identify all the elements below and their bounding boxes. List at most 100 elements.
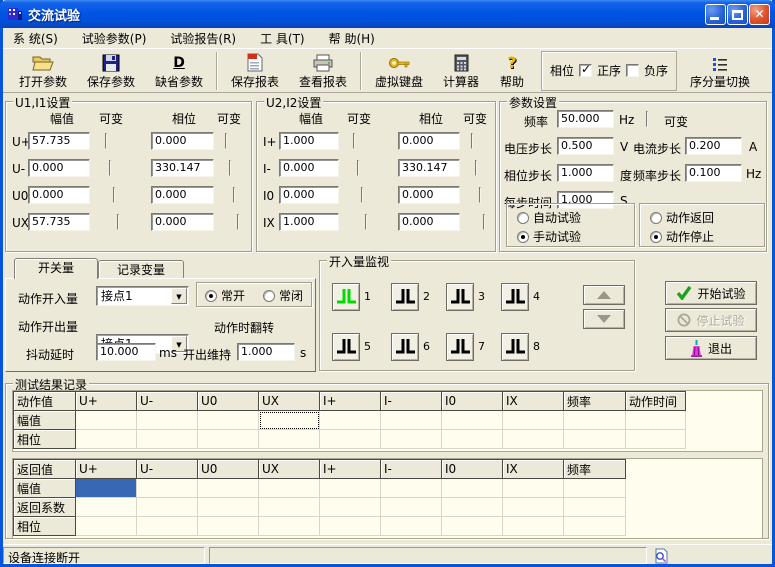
current-step-input[interactable]: 0.200 — [685, 137, 742, 155]
grid-cell[interactable] — [442, 411, 503, 430]
grid-cell[interactable] — [503, 517, 564, 536]
status-search-icon[interactable] — [653, 548, 669, 564]
contact-open-radio[interactable] — [205, 290, 217, 302]
grid-cell[interactable] — [503, 430, 564, 449]
contact-button-4[interactable] — [501, 283, 529, 311]
grid-cell[interactable] — [259, 479, 320, 498]
grid-cell[interactable] — [137, 411, 198, 430]
u1-phase-input[interactable]: 0.000 — [151, 213, 214, 231]
save-params-button[interactable]: 保存参数 — [77, 50, 145, 91]
u1-phase-var-checkbox[interactable] — [237, 214, 239, 230]
chevron-down-icon[interactable]: ▼ — [171, 288, 187, 304]
grid-cell[interactable] — [76, 430, 137, 449]
grid-cell[interactable] — [198, 479, 259, 498]
freq-var-checkbox[interactable] — [646, 111, 648, 127]
grid-cell[interactable] — [503, 479, 564, 498]
view-report-button[interactable]: 查看报表 — [289, 50, 357, 91]
menu-test-report[interactable]: 试验报告(R) — [170, 30, 236, 47]
grid-cell[interactable] — [320, 479, 381, 498]
default-params-button[interactable]: D 缺省参数 — [145, 50, 213, 91]
u2-amp-var-checkbox[interactable] — [353, 133, 355, 149]
u2-phase-var-checkbox[interactable] — [479, 187, 481, 203]
start-test-button[interactable]: 开始试验 — [665, 281, 757, 305]
menu-test-params[interactable]: 试验参数(P) — [82, 30, 147, 47]
grid-cell[interactable] — [198, 411, 259, 430]
grid-cell[interactable] — [626, 430, 686, 449]
u1-phase-input[interactable]: 330.147 — [151, 159, 214, 177]
grid-cell[interactable] — [137, 517, 198, 536]
grid-cell[interactable] — [76, 517, 137, 536]
contact-button-7[interactable] — [446, 333, 474, 361]
phase-step-input[interactable]: 1.000 — [557, 164, 614, 182]
action-stop-option[interactable]: 动作停止 — [650, 228, 714, 245]
grid-cell[interactable] — [320, 517, 381, 536]
grid-cell[interactable] — [137, 479, 198, 498]
action-return-option[interactable]: 动作返回 — [650, 209, 714, 226]
grid-cell[interactable] — [564, 430, 626, 449]
virtual-keyboard-button[interactable]: 虚拟键盘 — [365, 50, 433, 91]
contact-button-1[interactable] — [332, 283, 360, 311]
freq-step-input[interactable]: 0.100 — [685, 164, 742, 182]
u1-phase-input[interactable]: 0.000 — [151, 132, 214, 150]
u1-amp-var-checkbox[interactable] — [117, 214, 119, 230]
u2-phase-input[interactable]: 0.000 — [398, 186, 460, 204]
voltage-step-input[interactable]: 0.500 — [557, 137, 614, 155]
grid-cell[interactable] — [76, 498, 137, 517]
hold-time-input[interactable]: 1.000 — [237, 343, 295, 361]
close-button[interactable]: ✕ — [749, 4, 770, 25]
grid-cell[interactable] — [381, 517, 442, 536]
menu-tools[interactable]: 工 具(T) — [260, 30, 305, 47]
tab-record-variable[interactable]: 记录变量 — [98, 260, 184, 279]
u2-phase-var-checkbox[interactable] — [471, 133, 473, 149]
u2-phase-input[interactable]: 0.000 — [398, 132, 460, 150]
u1-amp-var-checkbox[interactable] — [109, 160, 111, 176]
contact-open-option[interactable]: 常开 — [205, 287, 245, 304]
freq-input[interactable]: 50.000 — [557, 110, 614, 128]
contact-button-8[interactable] — [501, 333, 529, 361]
u1-phase-input[interactable]: 0.000 — [151, 186, 214, 204]
u2-amp-input[interactable]: 1.000 — [279, 213, 339, 231]
grid-cell[interactable] — [381, 479, 442, 498]
u2-phase-var-checkbox[interactable] — [475, 160, 477, 176]
tab-switch-quantity[interactable]: 开关量 — [14, 258, 98, 279]
jitter-delay-input[interactable]: 10.000 — [96, 343, 156, 361]
grid-cell[interactable] — [626, 411, 686, 430]
menu-system[interactable]: 系 统(S) — [13, 30, 58, 47]
exit-button[interactable]: 退出 — [665, 336, 757, 360]
u2-amp-var-checkbox[interactable] — [361, 187, 363, 203]
contact-button-6[interactable] — [391, 333, 419, 361]
grid-cell[interactable] — [564, 479, 626, 498]
save-report-button[interactable]: 保存报表 — [221, 50, 289, 91]
down-button[interactable] — [583, 309, 625, 329]
u1-amp-input[interactable]: 57.735 — [28, 132, 90, 150]
up-button[interactable] — [583, 285, 625, 305]
grid-cell-focused[interactable] — [259, 411, 320, 430]
menu-help[interactable]: 帮 助(H) — [329, 30, 375, 47]
grid-cell[interactable] — [198, 517, 259, 536]
action-stop-radio[interactable] — [650, 231, 662, 243]
help-button[interactable]: ? 帮助 — [489, 50, 535, 91]
grid-cell[interactable] — [320, 430, 381, 449]
grid-cell[interactable] — [442, 498, 503, 517]
stop-test-button[interactable]: 停止试验 — [665, 308, 757, 332]
u1-phase-var-checkbox[interactable] — [233, 187, 235, 203]
grid-cell[interactable] — [381, 411, 442, 430]
grid-cell[interactable] — [503, 498, 564, 517]
contact-button-2[interactable] — [391, 283, 419, 311]
grid-cell[interactable] — [442, 479, 503, 498]
grid-cell[interactable] — [381, 498, 442, 517]
contact-closed-radio[interactable] — [263, 290, 275, 302]
contact-button-3[interactable] — [446, 283, 474, 311]
u1-amp-input[interactable]: 0.000 — [28, 186, 90, 204]
u2-phase-input[interactable]: 330.147 — [398, 159, 460, 177]
calculator-button[interactable]: 计算器 — [433, 50, 489, 91]
grid-cell[interactable] — [137, 430, 198, 449]
u1-phase-var-checkbox[interactable] — [225, 133, 227, 149]
positive-seq-checkbox[interactable] — [579, 64, 592, 77]
contact-button-5[interactable] — [332, 333, 360, 361]
u1-amp-var-checkbox[interactable] — [105, 133, 107, 149]
grid-cell[interactable] — [198, 498, 259, 517]
grid-cell[interactable] — [381, 430, 442, 449]
u1-amp-var-checkbox[interactable] — [113, 187, 115, 203]
seq-component-switch-button[interactable]: 序分量切换 — [677, 50, 763, 91]
